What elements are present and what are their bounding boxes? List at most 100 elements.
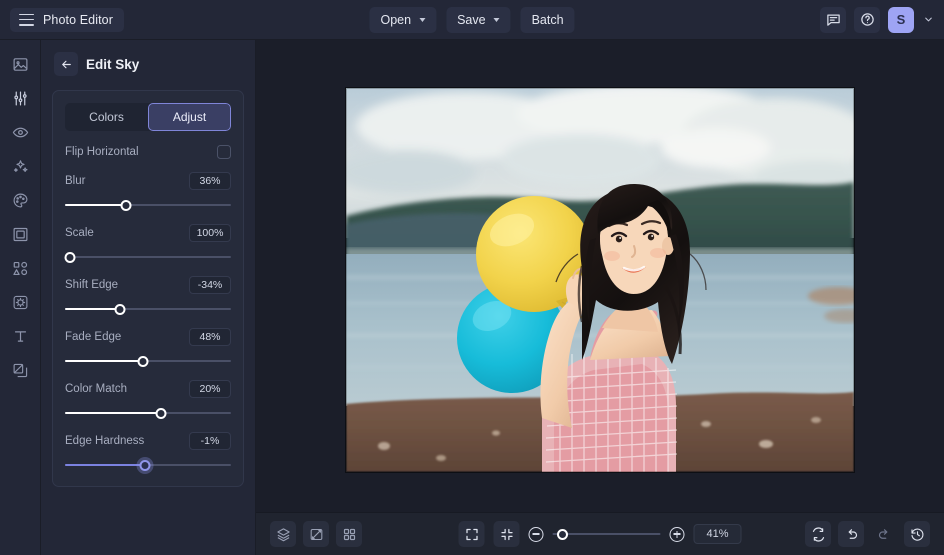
palette-icon [13, 193, 27, 207]
reset-button[interactable] [805, 521, 831, 547]
layers-button[interactable] [270, 521, 296, 547]
slider-value[interactable]: -34% [189, 276, 231, 294]
slider-label: Fade Edge [65, 331, 122, 343]
bottom-left-tools [270, 521, 362, 547]
slider-label: Color Match [65, 383, 127, 395]
zoom-out-button[interactable] [528, 526, 544, 542]
slider-track-wrap[interactable] [65, 302, 231, 316]
chevron-down-icon [419, 17, 426, 22]
slider-track-wrap[interactable] [65, 354, 231, 368]
slider-header: Fade Edge 48% [65, 328, 231, 346]
rail-item-layers[interactable] [6, 359, 34, 381]
open-button-label: Open [380, 12, 412, 27]
rail-item-shapes[interactable] [6, 257, 34, 279]
slider-label: Scale [65, 227, 94, 239]
fit-screen-button[interactable] [458, 521, 485, 547]
back-button[interactable] [54, 52, 78, 76]
canvas-area: 41% [256, 40, 944, 555]
account-chevron-down-icon[interactable] [923, 14, 934, 25]
redo-button[interactable] [871, 521, 897, 547]
canvas-stage[interactable] [256, 40, 944, 512]
slider-track-wrap[interactable] [65, 458, 231, 472]
flip-horizontal-checkbox[interactable] [217, 145, 231, 159]
slider-track-fill [65, 412, 162, 414]
rail-item-image[interactable] [6, 53, 34, 75]
slider-value[interactable]: 48% [189, 328, 231, 346]
panel-tabs: Colors Adjust [65, 103, 231, 131]
save-button-label: Save [457, 12, 486, 27]
bottom-right-tools [805, 521, 930, 547]
slider-knob[interactable] [114, 303, 126, 315]
slider-track-wrap[interactable] [64, 250, 231, 264]
top-bar: Photo Editor Open Save Batch S [0, 0, 944, 40]
help-button[interactable] [854, 6, 880, 33]
slider-header: Blur 36% [65, 172, 231, 190]
comment-icon [826, 14, 840, 26]
tool-rail [0, 40, 41, 555]
frame-icon [13, 227, 27, 241]
slider-value[interactable]: 100% [189, 224, 231, 242]
zoom-in-button[interactable] [669, 526, 685, 542]
slider-header: Scale 100% [65, 224, 231, 242]
zoom-slider-knob[interactable] [556, 528, 568, 540]
redo-icon [878, 528, 887, 539]
help-circle-icon [860, 13, 874, 26]
rail-item-stickers[interactable] [6, 291, 34, 313]
hamburger-icon [19, 13, 34, 26]
adjustments-icon [13, 91, 27, 105]
slider-track-fill [65, 464, 145, 466]
tab-colors[interactable]: Colors [65, 103, 148, 131]
history-icon [910, 528, 923, 541]
slider-blur: Blur 36% [65, 172, 231, 212]
grid-button[interactable] [336, 521, 362, 547]
slider-track-wrap[interactable] [65, 198, 231, 212]
feedback-button[interactable] [820, 6, 846, 33]
rail-item-retouch[interactable] [6, 121, 34, 143]
avatar[interactable]: S [888, 6, 914, 33]
slider-value[interactable]: 20% [189, 380, 231, 398]
app-window: Photo Editor Open Save Batch S Edit Sky … [0, 0, 944, 555]
rail-item-adjust[interactable] [6, 87, 34, 109]
batch-button[interactable]: Batch [520, 6, 575, 33]
compare-button[interactable] [303, 521, 329, 547]
rail-item-text[interactable] [6, 325, 34, 347]
slider-value[interactable]: 36% [189, 172, 231, 190]
slider-knob[interactable] [64, 251, 76, 263]
main-body: Edit Sky Colors Adjust Flip Horizontal B… [0, 40, 944, 555]
undo-button[interactable] [838, 521, 864, 547]
slider-label: Shift Edge [65, 279, 119, 291]
flip-horizontal-row: Flip Horizontal [65, 145, 231, 159]
rail-item-frame[interactable] [6, 223, 34, 245]
slider-track-wrap[interactable] [65, 406, 231, 420]
slider-value[interactable]: -1% [189, 432, 231, 450]
slider-knob[interactable] [155, 407, 167, 419]
open-button[interactable]: Open [369, 6, 437, 33]
panel-header: Edit Sky [52, 52, 244, 76]
brand-menu-button[interactable]: Photo Editor [10, 7, 124, 32]
batch-button-label: Batch [531, 12, 564, 27]
zoom-value[interactable]: 41% [693, 524, 742, 544]
zoom-controls: 41% [458, 521, 742, 547]
rail-item-color[interactable] [6, 189, 34, 211]
reset-icon [812, 527, 824, 541]
slider-knob[interactable] [137, 355, 149, 367]
shapes-icon [12, 261, 27, 275]
save-button[interactable]: Save [446, 6, 511, 33]
slider-label: Edge Hardness [65, 435, 145, 447]
slider-knob[interactable] [120, 199, 132, 211]
slider-track-fill [65, 204, 127, 206]
photo-canvas[interactable] [346, 88, 854, 472]
rail-item-effects[interactable] [6, 155, 34, 177]
slider-color-match: Color Match 20% [65, 380, 231, 420]
history-button[interactable] [904, 521, 930, 547]
slider-header: Shift Edge -34% [65, 276, 231, 294]
sticker-icon [13, 295, 27, 309]
slider-header: Edge Hardness -1% [65, 432, 231, 450]
tab-adjust[interactable]: Adjust [148, 103, 231, 131]
slider-knob[interactable] [139, 459, 151, 471]
chevron-down-icon [493, 17, 500, 22]
zoom-slider[interactable] [552, 527, 661, 541]
panel-card: Colors Adjust Flip Horizontal Blur 36% Sca… [52, 90, 244, 487]
slider-fade-edge: Fade Edge 48% [65, 328, 231, 368]
actual-size-button[interactable] [493, 521, 520, 547]
